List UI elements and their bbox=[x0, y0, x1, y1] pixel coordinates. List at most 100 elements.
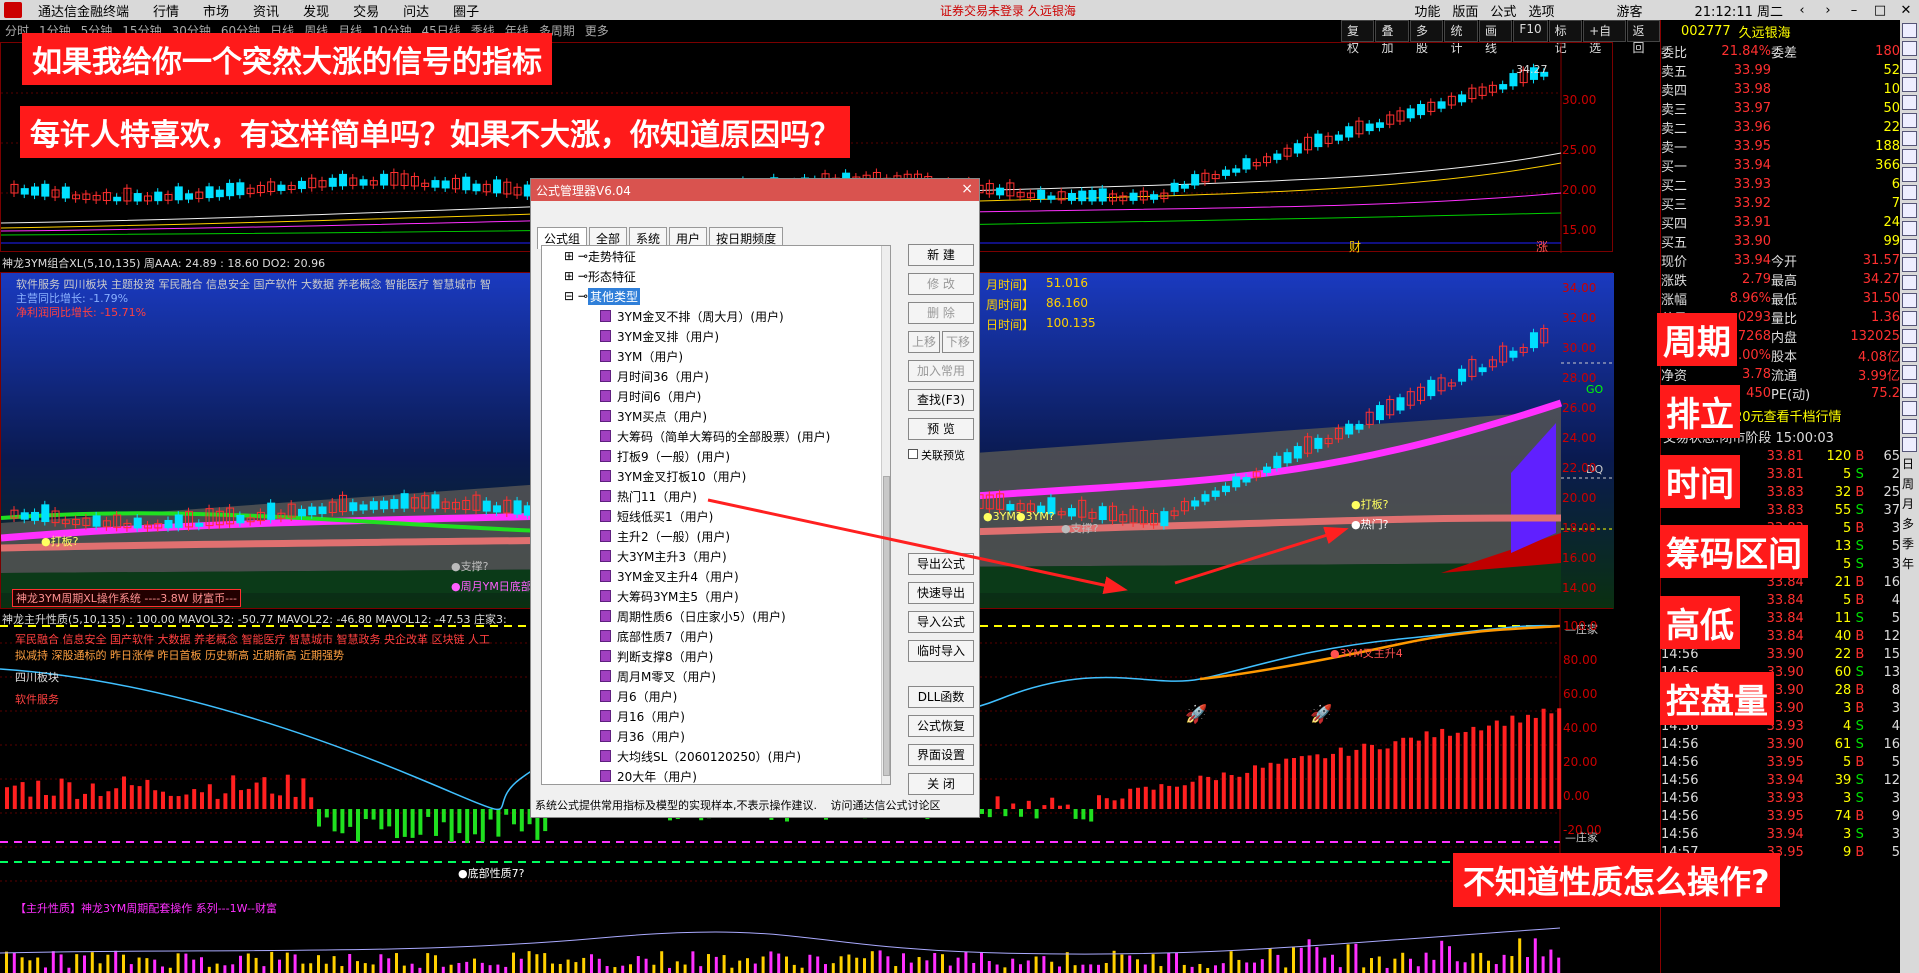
sidebar-tool-icon[interactable] bbox=[1902, 365, 1917, 380]
tree-group[interactable]: ⊞ ⊸ 走势特征 bbox=[542, 246, 890, 266]
sidebar-tool-icon[interactable] bbox=[1902, 23, 1917, 38]
close-button[interactable]: 关 闭 bbox=[908, 773, 974, 795]
volume-chart[interactable] bbox=[0, 898, 1613, 973]
export-formula-button[interactable]: 导出公式 bbox=[908, 553, 974, 575]
menu-item-circle[interactable]: 圈子 bbox=[441, 1, 491, 20]
sidebar-tool-icon[interactable] bbox=[1902, 59, 1917, 74]
menu-item-quotes[interactable]: 行情 bbox=[141, 1, 191, 20]
formula-item[interactable]: 月16（用户) bbox=[542, 706, 890, 726]
formula-item[interactable]: 月36（用户) bbox=[542, 726, 890, 746]
sidebar-tool-icon[interactable] bbox=[1902, 239, 1917, 254]
formula-item[interactable]: 大均线SL（2060120250）(用户) bbox=[542, 746, 890, 766]
period-side-label[interactable]: 季 bbox=[1902, 535, 1917, 553]
sidebar-tool-icon[interactable] bbox=[1902, 311, 1917, 326]
toolbar-button[interactable]: 返回 bbox=[1626, 20, 1661, 55]
formula-item[interactable]: 月6（用户) bbox=[542, 686, 890, 706]
ui-settings-button[interactable]: 界面设置 bbox=[908, 744, 974, 766]
menu-item-ask[interactable]: 问达 bbox=[391, 1, 441, 20]
toolbar-button[interactable]: +自选 bbox=[1583, 20, 1626, 55]
formula-item[interactable]: 判断支撑8（用户) bbox=[542, 646, 890, 666]
menu-item-market[interactable]: 市场 bbox=[191, 1, 241, 20]
toolbar-button[interactable]: 画线 bbox=[1478, 20, 1513, 55]
toolbar-button[interactable]: 多股 bbox=[1409, 20, 1444, 55]
delete-button[interactable]: 删 除 bbox=[908, 302, 974, 324]
toolbar-button[interactable]: 统计 bbox=[1444, 20, 1478, 55]
menu-item-trade[interactable]: 交易 bbox=[341, 1, 391, 20]
tree-scrollbar[interactable] bbox=[881, 246, 890, 784]
formula-item[interactable]: 3YM金叉主升4（用户) bbox=[542, 566, 890, 586]
dll-function-button[interactable]: DLL函数 bbox=[908, 686, 974, 708]
expand-icon[interactable]: ⊞ ⊸ bbox=[564, 269, 588, 283]
menu-function[interactable]: 功能 bbox=[1408, 1, 1446, 20]
tree-group-label[interactable]: 其他类型 bbox=[587, 287, 640, 305]
period-side-label[interactable]: 年 bbox=[1902, 555, 1917, 573]
tree-group-label[interactable]: 走势特征 bbox=[588, 248, 636, 265]
sidebar-tool-icon[interactable] bbox=[1902, 41, 1917, 56]
sidebar-tool-icon[interactable] bbox=[1902, 185, 1917, 200]
maximize-icon[interactable]: □ bbox=[1867, 3, 1893, 18]
sidebar-tool-icon[interactable] bbox=[1902, 113, 1917, 128]
formula-item[interactable]: 大筹码3YM主5（用户) bbox=[542, 586, 890, 606]
formula-item[interactable]: 热门11（用户) bbox=[542, 486, 890, 506]
toolbar-button[interactable]: 叠加 bbox=[1375, 20, 1409, 55]
scroll-thumb[interactable] bbox=[883, 476, 890, 776]
user-label[interactable]: 游客 bbox=[1610, 1, 1648, 20]
sidebar-tool-icon[interactable] bbox=[1902, 167, 1917, 182]
menu-formula[interactable]: 公式 bbox=[1484, 1, 1522, 20]
sidebar-tool-icon[interactable] bbox=[1902, 401, 1917, 416]
forum-link[interactable]: 访问通达信公式讨论区 bbox=[831, 799, 941, 812]
add-favorite-button[interactable]: 加入常用 bbox=[908, 360, 974, 382]
sidebar-tool-icon[interactable] bbox=[1902, 347, 1917, 362]
toolbar-button[interactable]: 标记 bbox=[1548, 20, 1583, 55]
sidebar-tool-icon[interactable] bbox=[1902, 95, 1917, 110]
sidebar-tool-icon[interactable] bbox=[1902, 293, 1917, 308]
formula-item[interactable]: 打板9（一般）(用户) bbox=[542, 446, 890, 466]
expand-icon[interactable]: ⊟ ⊸ bbox=[564, 289, 588, 303]
minimize-icon[interactable]: – bbox=[1841, 3, 1867, 18]
toolbar-button[interactable]: F10 bbox=[1513, 20, 1548, 42]
restore-formula-button[interactable]: 公式恢复 bbox=[908, 715, 974, 737]
checkbox-icon[interactable] bbox=[908, 449, 918, 459]
expand-icon[interactable]: ⊞ ⊸ bbox=[564, 249, 588, 263]
formula-item[interactable]: 3YM金叉打板10（用户) bbox=[542, 466, 890, 486]
formula-item[interactable]: 月时间36（用户) bbox=[542, 366, 890, 386]
formula-item[interactable]: 3YM金叉排（用户) bbox=[542, 326, 890, 346]
period-side-label[interactable]: 日 bbox=[1902, 455, 1917, 473]
quick-export-button[interactable]: 快速导出 bbox=[908, 582, 974, 604]
tree-group[interactable]: ⊟ ⊸ 其他类型 bbox=[542, 286, 890, 306]
find-button[interactable]: 查找(F3) bbox=[908, 389, 974, 411]
menu-layout[interactable]: 版面 bbox=[1446, 1, 1484, 20]
move-down-button[interactable]: 下移 bbox=[942, 331, 974, 353]
toolbar-button[interactable]: 复权 bbox=[1341, 20, 1375, 55]
sidebar-tool-icon[interactable] bbox=[1902, 275, 1917, 290]
trade-login-notice[interactable]: 证券交易未登录 久远银海 bbox=[940, 2, 1076, 19]
menu-options[interactable]: 选项 bbox=[1522, 1, 1560, 20]
period-side-label[interactable]: 月 bbox=[1902, 495, 1917, 513]
preview-button[interactable]: 预 览 bbox=[908, 418, 974, 440]
formula-item[interactable]: 3YM买点（用户) bbox=[542, 406, 890, 426]
formula-item[interactable]: 短线低买1（用户) bbox=[542, 506, 890, 526]
move-up-button[interactable]: 上移 bbox=[908, 331, 940, 353]
temp-import-button[interactable]: 临时导入 bbox=[908, 640, 974, 662]
back-icon[interactable]: ‹ bbox=[1789, 3, 1815, 18]
sidebar-tool-icon[interactable] bbox=[1902, 257, 1917, 272]
sidebar-tool-icon[interactable] bbox=[1902, 383, 1917, 398]
import-formula-button[interactable]: 导入公式 bbox=[908, 611, 974, 633]
menu-item-discover[interactable]: 发现 bbox=[291, 1, 341, 20]
sidebar-tool-icon[interactable] bbox=[1902, 77, 1917, 92]
formula-item[interactable]: 周月M零叉（用户) bbox=[542, 666, 890, 686]
formula-item[interactable]: 主升2（一般）(用户) bbox=[542, 526, 890, 546]
sidebar-tool-icon[interactable] bbox=[1902, 131, 1917, 146]
new-button[interactable]: 新 建 bbox=[908, 244, 974, 266]
forward-icon[interactable]: › bbox=[1815, 3, 1841, 18]
formula-item[interactable]: 周期性质6（日庄家小5）(用户) bbox=[542, 606, 890, 626]
formula-item[interactable]: 3YM（用户) bbox=[542, 346, 890, 366]
tree-group-label[interactable]: 形态特征 bbox=[588, 268, 636, 285]
sidebar-tool-icon[interactable] bbox=[1902, 419, 1917, 434]
sidebar-tool-icon[interactable] bbox=[1902, 437, 1917, 452]
linked-preview-checkbox[interactable]: 关联预览 bbox=[908, 447, 974, 463]
formula-item[interactable]: 20大年（用户) bbox=[542, 766, 890, 784]
formula-item[interactable]: 大3YM主升3（用户) bbox=[542, 546, 890, 566]
period-side-label[interactable]: 多 bbox=[1902, 515, 1917, 533]
sidebar-tool-icon[interactable] bbox=[1902, 149, 1917, 164]
